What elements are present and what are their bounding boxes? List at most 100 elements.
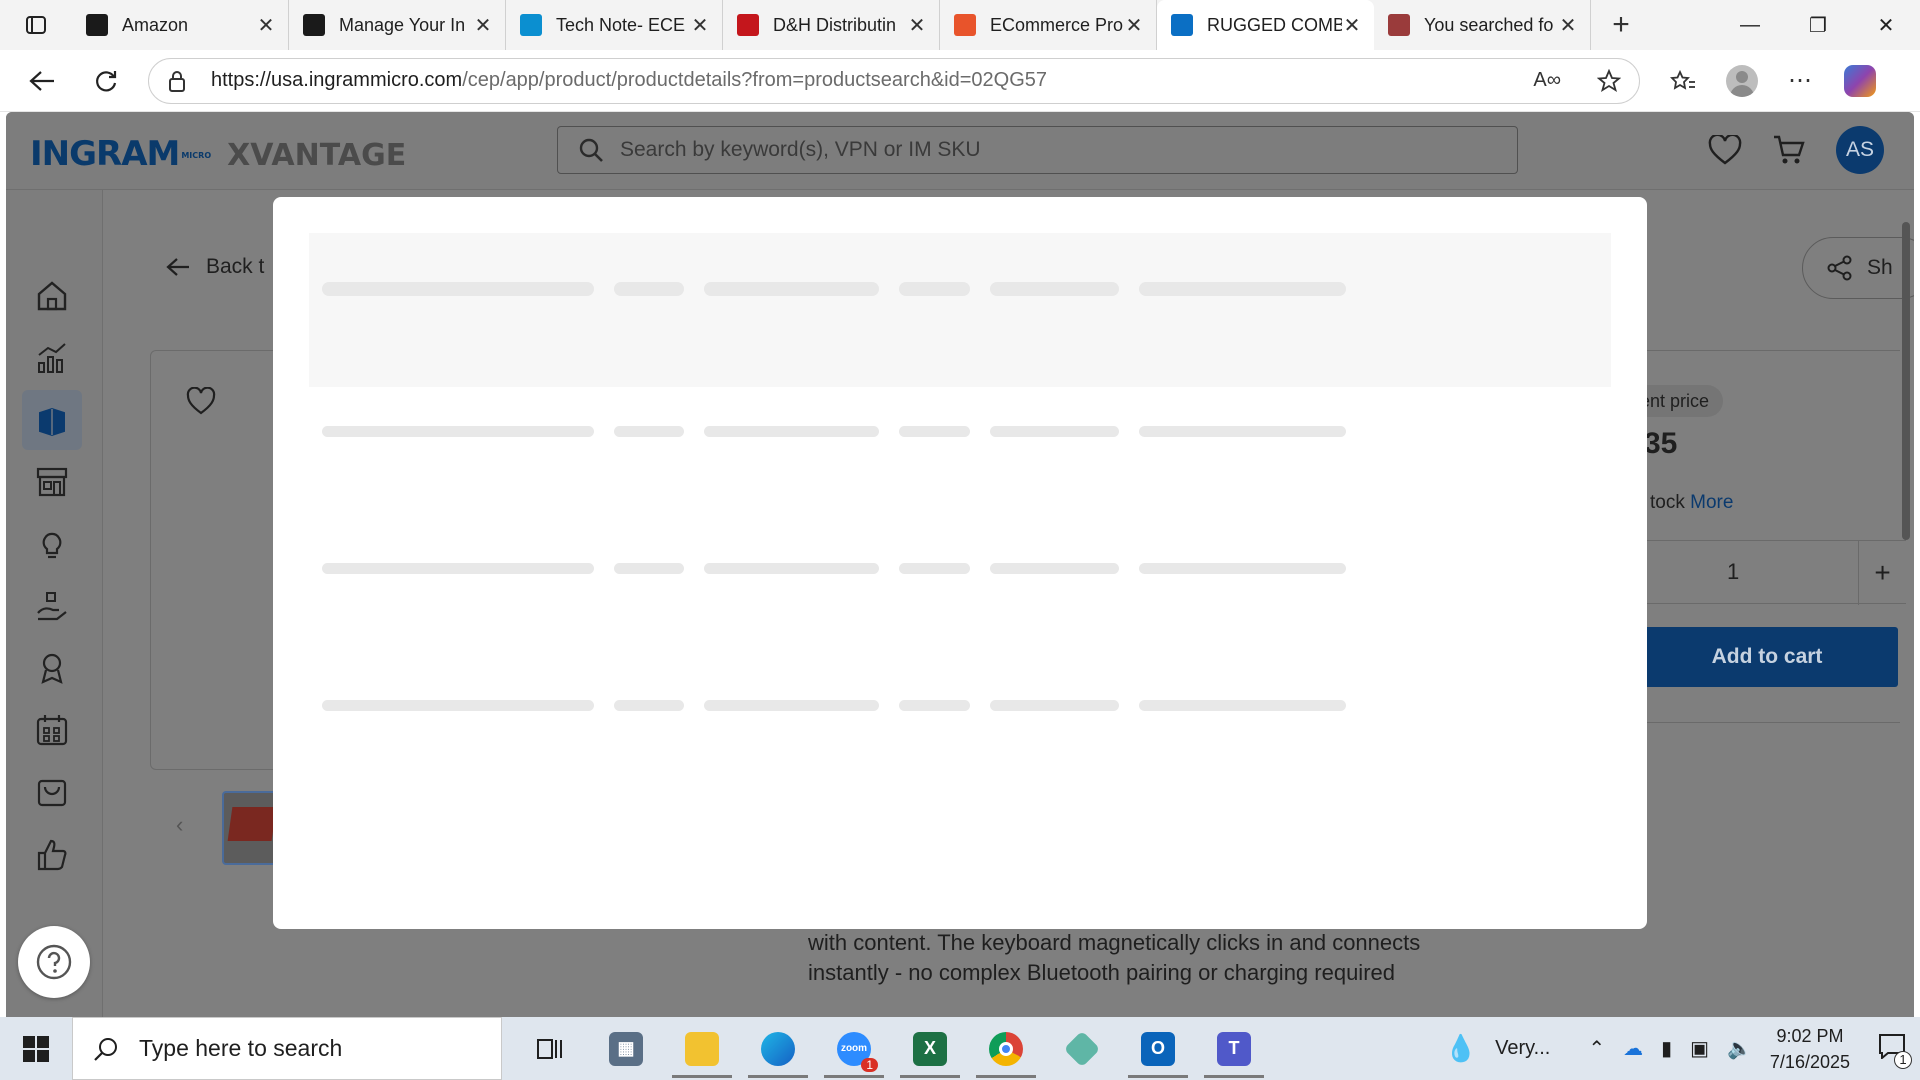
zoom-app[interactable]: zoom 1 xyxy=(816,1017,892,1080)
browser-tab[interactable]: D&H Distributin ✕ xyxy=(723,0,940,50)
close-window-button[interactable]: ✕ xyxy=(1852,0,1920,50)
browser-tab-bar: Amazon ✕ Manage Your In ✕ Tech Note- ECE ✕ D&H… xyxy=(0,0,1920,50)
tray-chevron-icon[interactable]: ⌃ xyxy=(1588,1036,1605,1061)
skeleton-table-header xyxy=(309,233,1611,387)
sidebar-item-partners[interactable] xyxy=(22,638,82,698)
excel-app[interactable]: X xyxy=(892,1017,968,1080)
sidebar-item-store[interactable] xyxy=(22,452,82,512)
ingram-logo[interactable]: INGRAM MICRO XVANTAGE xyxy=(30,134,406,174)
product-search-input[interactable]: Search by keyword(s), VPN or IM SKU xyxy=(557,126,1518,174)
start-button[interactable] xyxy=(0,1017,72,1080)
close-tab-icon[interactable]: ✕ xyxy=(1558,13,1578,38)
sidebar-item-feedback[interactable] xyxy=(22,824,82,884)
page-scrollbar[interactable] xyxy=(1902,222,1910,540)
quantity-stepper: 1 + xyxy=(1636,540,1906,605)
tab-title: Tech Note- ECE xyxy=(556,14,686,35)
user-avatar[interactable]: AS xyxy=(1836,126,1884,174)
award-icon xyxy=(41,653,63,684)
minimize-button[interactable]: — xyxy=(1716,0,1784,50)
calculator-app[interactable]: ▦ xyxy=(588,1017,664,1080)
close-tab-icon[interactable]: ✕ xyxy=(473,13,493,38)
favorite-star-icon[interactable] xyxy=(1597,68,1621,93)
skeleton-placeholder xyxy=(614,282,684,296)
address-bar-row: https://usa.ingrammicro.com/cep/app/prod… xyxy=(0,50,1920,112)
favorites-icon[interactable] xyxy=(1670,69,1696,93)
new-tab-button[interactable]: + xyxy=(1591,8,1651,42)
browser-tab[interactable]: You searched fo ✕ xyxy=(1374,0,1591,50)
more-menu-icon[interactable]: ⋯ xyxy=(1788,66,1814,95)
browser-tab[interactable]: Amazon ✕ xyxy=(72,0,289,50)
skeleton-placeholder xyxy=(322,700,594,711)
quantity-input[interactable]: 1 xyxy=(1727,559,1739,585)
teams-app[interactable]: T xyxy=(1196,1017,1272,1080)
chrome-icon xyxy=(989,1031,1023,1066)
taskbar-clock[interactable]: 9:02 PM 7/16/2025 xyxy=(1770,1023,1850,1075)
close-tab-icon[interactable]: ✕ xyxy=(256,13,276,38)
sidebar-item-solutions[interactable] xyxy=(22,576,82,636)
url-field[interactable]: https://usa.ingrammicro.com/cep/app/prod… xyxy=(148,57,1640,104)
stock-more-link[interactable]: More xyxy=(1690,492,1733,513)
weather-text[interactable]: Very... xyxy=(1495,1037,1550,1060)
shopping-bag-icon xyxy=(37,779,67,807)
back-button[interactable] xyxy=(20,59,64,103)
sidebar-item-home[interactable] xyxy=(22,266,82,326)
skeleton-placeholder xyxy=(614,700,684,711)
add-to-cart-button[interactable]: Add to cart xyxy=(1636,627,1898,687)
clock-date: 7/16/2025 xyxy=(1769,1051,1850,1072)
skeleton-placeholder xyxy=(704,282,879,296)
dh-icon xyxy=(737,14,759,36)
weather-icon[interactable]: 💧 xyxy=(1445,1033,1477,1064)
app-launcher[interactable] xyxy=(1044,1017,1120,1080)
browser-tab[interactable]: ECommerce Pro ✕ xyxy=(940,0,1157,50)
skeleton-placeholder xyxy=(322,282,594,296)
stock-status: tock More xyxy=(1650,492,1733,514)
copilot-icon[interactable] xyxy=(1844,64,1876,97)
teams-icon: T xyxy=(1217,1031,1251,1066)
battery-icon[interactable]: ▮ xyxy=(1661,1036,1672,1061)
ingram-icon xyxy=(1171,14,1193,36)
wishlist-heart-icon[interactable] xyxy=(1708,135,1742,165)
skeleton-placeholder xyxy=(1139,282,1346,296)
tab-actions-button[interactable] xyxy=(0,0,72,50)
sidebar-item-products[interactable] xyxy=(22,390,82,450)
restore-button[interactable]: ❐ xyxy=(1784,0,1852,50)
close-tab-icon[interactable]: ✕ xyxy=(690,13,710,38)
sidebar-item-ideas[interactable] xyxy=(22,514,82,574)
cart-icon[interactable] xyxy=(1772,134,1806,166)
read-aloud-icon[interactable]: A∞ xyxy=(1533,69,1561,92)
tab-title: Manage Your In xyxy=(339,14,466,35)
stock-text: tock xyxy=(1650,492,1685,513)
back-link[interactable]: Back t xyxy=(166,255,264,279)
tab-actions-icon xyxy=(26,16,46,34)
task-view-button[interactable] xyxy=(512,1017,588,1080)
outlook-app[interactable]: O xyxy=(1120,1017,1196,1080)
browser-tab[interactable]: Manage Your In ✕ xyxy=(289,0,506,50)
file-explorer-app[interactable] xyxy=(664,1017,740,1080)
notifications-button[interactable]: 1 xyxy=(1878,1033,1912,1069)
sidebar-item-calendar[interactable] xyxy=(22,700,82,760)
skeleton-placeholder xyxy=(899,563,970,574)
zoom-badge: 1 xyxy=(861,1058,878,1072)
volume-icon[interactable]: 🔈 xyxy=(1727,1036,1752,1061)
share-button[interactable]: Sh xyxy=(1802,237,1914,299)
network-icon[interactable]: ▣ xyxy=(1690,1036,1709,1061)
browser-tab[interactable]: RUGGED COMB ✕ xyxy=(1157,0,1374,50)
edge-app[interactable] xyxy=(740,1017,816,1080)
profile-avatar[interactable] xyxy=(1726,64,1758,97)
taskbar-search-placeholder: Type here to search xyxy=(139,1035,343,1061)
quantity-increase-button[interactable]: + xyxy=(1858,541,1906,605)
close-tab-icon[interactable]: ✕ xyxy=(1124,13,1144,38)
reload-button[interactable] xyxy=(84,59,128,103)
close-tab-icon[interactable]: ✕ xyxy=(1342,13,1362,38)
onedrive-icon[interactable]: ☁ xyxy=(1623,1036,1643,1061)
thumbnail-prev-icon[interactable]: ‹ xyxy=(176,812,183,838)
sidebar-item-analytics[interactable] xyxy=(22,328,82,388)
help-button[interactable] xyxy=(18,926,90,998)
search-icon xyxy=(579,138,603,162)
favorite-heart-icon[interactable] xyxy=(186,387,216,415)
close-tab-icon[interactable]: ✕ xyxy=(907,13,927,38)
sidebar-item-orders[interactable] xyxy=(22,762,82,822)
taskbar-search-input[interactable]: Type here to search xyxy=(72,1017,502,1080)
browser-tab[interactable]: Tech Note- ECE ✕ xyxy=(506,0,723,50)
chrome-app[interactable] xyxy=(968,1017,1044,1080)
